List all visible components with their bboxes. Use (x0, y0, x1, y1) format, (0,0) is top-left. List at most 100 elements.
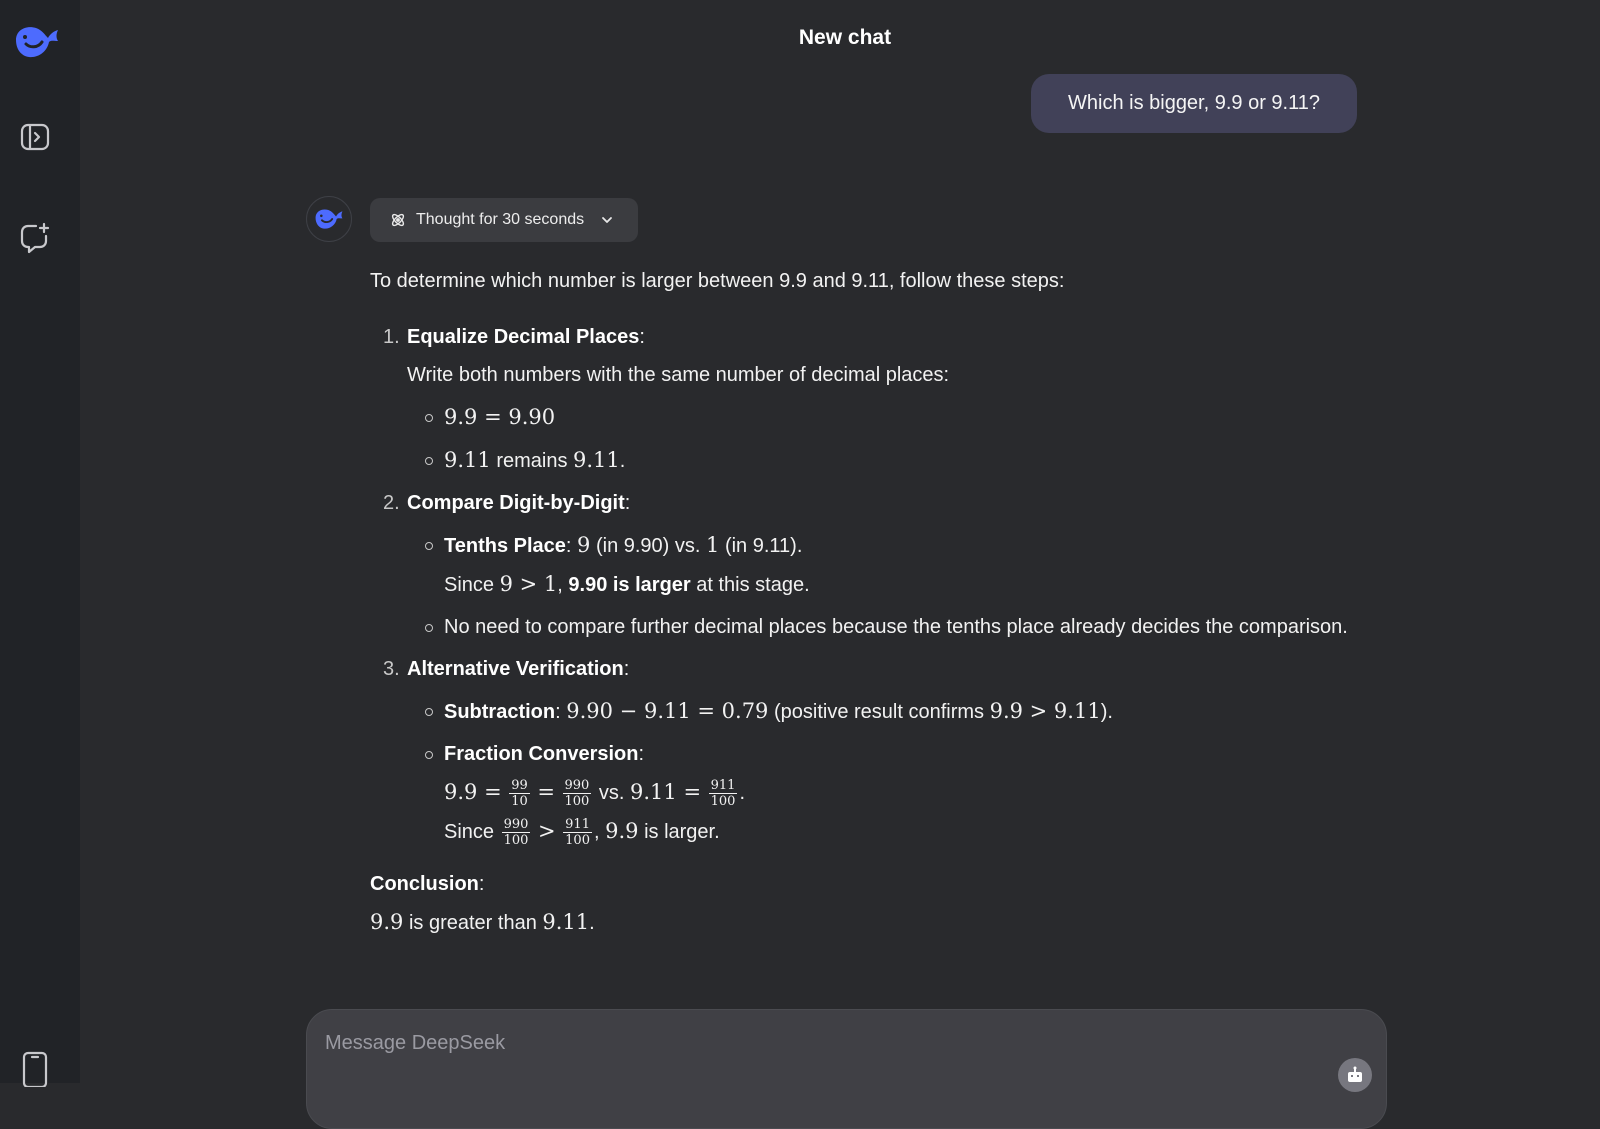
text: vs. (593, 782, 631, 804)
colon: : (478, 873, 485, 895)
text: (in 9.11). (719, 535, 803, 557)
step-title: Compare Digit-by-Digit (407, 492, 625, 514)
math-expression: 9 (577, 533, 591, 557)
step-title: Equalize Decimal Places (407, 326, 640, 348)
colon: : (624, 492, 631, 514)
colon: : (623, 658, 630, 680)
fraction-numerator: 99 (509, 778, 530, 795)
answer-intro: To determine which number is larger betw… (370, 270, 1065, 292)
sub-list: 9.9 = 9.90 9.11 remains 9.11. (407, 398, 1350, 480)
fraction-line-2: Since 990 100 > 911 100, 9.9 is larger. (444, 812, 1350, 851)
mobile-phone-icon[interactable] (18, 1049, 52, 1089)
math-expression: 9.11 (542, 910, 590, 934)
list-item: Fraction Conversion: 9.9 = 99 10 = 990 100… (407, 735, 1350, 851)
math-expression: 9.9 = 9.90 (444, 405, 556, 429)
message-input[interactable] (325, 1028, 1225, 1058)
math-expression: 9.9 (605, 819, 639, 843)
message-composer (306, 1009, 1387, 1129)
conclusion: Conclusion: 9.9 is greater than 9.11. (370, 865, 1350, 942)
step-number: 3. (383, 658, 400, 680)
step-number: 1. (383, 326, 400, 348)
item-label: Tenths Place (444, 535, 566, 557)
conclusion-label: Conclusion (370, 873, 479, 895)
fraction-numerator: 911 (708, 778, 738, 795)
fraction-denominator: 100 (565, 833, 590, 849)
steps-list: 1. Equalize Decimal Places: Write both n… (370, 318, 1350, 851)
fraction: 911 100 (563, 817, 592, 848)
fraction-numerator: 911 (563, 817, 592, 834)
math-expression: 9.11 = (630, 780, 702, 804)
fraction-denominator: 100 (710, 794, 736, 810)
text: , (557, 574, 569, 596)
fraction-numerator: 990 (501, 817, 531, 834)
fraction: 990 100 (562, 778, 592, 810)
sidebar-toggle-icon[interactable] (16, 118, 54, 156)
math-expression: 9.11 (444, 448, 491, 472)
deepseek-whale-icon (315, 209, 343, 229)
text: ). (1100, 701, 1113, 723)
math-expression: 9.9 (370, 910, 404, 934)
text: (in 9.90) vs. (590, 535, 707, 557)
text: is larger. (638, 821, 720, 843)
step-item: 2. Compare Digit-by-Digit: Tenths Place:… (370, 484, 1350, 646)
fraction-denominator: 10 (511, 794, 528, 810)
text: , (593, 821, 606, 843)
text: . (619, 450, 626, 472)
math-expression: = (537, 780, 555, 804)
conclusion-text: 9.9 is greater than 9.11. (370, 903, 1350, 942)
deepseek-logo-icon[interactable] (10, 18, 64, 66)
list-item: 9.11 remains 9.11. (407, 441, 1350, 480)
math-expression: 9.9 = (444, 780, 502, 804)
fraction-denominator: 100 (503, 833, 529, 849)
text: is greater than (403, 912, 543, 934)
chevron-down-icon (602, 217, 613, 223)
text: Since (444, 574, 500, 596)
thought-label: Thought for 30 seconds (416, 211, 585, 228)
text: No need to compare further decimal place… (444, 616, 1348, 638)
item-label: Subtraction (444, 701, 556, 723)
assistant-message: To determine which number is larger betw… (370, 262, 1350, 942)
sub-list: Subtraction: 9.90 − 9.11 = 0.79 (positiv… (407, 692, 1350, 851)
sub-list: Tenths Place: 9 (in 9.90) vs. 1 (in 9.11… (407, 526, 1350, 646)
sidebar (0, 0, 80, 1087)
text: Since (444, 821, 500, 843)
item-label: Fraction Conversion (444, 743, 639, 765)
step-description: Write both numbers with the same number … (407, 364, 950, 386)
atom-icon (391, 213, 405, 227)
math-expression: 9.11 (573, 448, 620, 472)
list-item: 9.9 = 9.90 (407, 398, 1350, 437)
step-item: 3. Alternative Verification: Subtraction… (370, 650, 1350, 851)
text: (positive result confirms (768, 701, 990, 723)
fraction: 99 10 (509, 778, 530, 809)
colon: : (565, 535, 572, 557)
text: . (589, 912, 595, 934)
math-expression: 9.9 > 9.11 (989, 699, 1101, 723)
robot-icon (1348, 1066, 1362, 1082)
user-message-bubble: Which is bigger, 9.9 or 9.11? (1031, 74, 1357, 133)
thought-toggle-button[interactable]: Thought for 30 seconds (370, 198, 638, 242)
colon: : (639, 326, 645, 348)
page-title: New chat (798, 26, 892, 49)
text: remains (490, 450, 574, 472)
colon: : (638, 743, 645, 765)
math-expression: 1 (706, 533, 720, 557)
fraction-denominator: 100 (564, 794, 590, 810)
assistant-avatar (306, 196, 352, 242)
fraction: 990 100 (501, 817, 531, 849)
bold-text: 9.90 is larger (568, 574, 691, 596)
list-item: Tenths Place: 9 (in 9.90) vs. 1 (in 9.11… (407, 526, 1350, 604)
colon: : (555, 701, 567, 723)
fraction-numerator: 990 (562, 778, 592, 795)
math-expression: 9 > 1 (499, 572, 558, 596)
fraction-line-1: 9.9 = 99 10 = 990 100 vs. 9.11 = 911 100. (444, 773, 1350, 812)
list-item: Subtraction: 9.90 − 9.11 = 0.79 (positiv… (407, 692, 1350, 731)
send-button[interactable] (1338, 1058, 1372, 1092)
step-number: 2. (383, 492, 400, 514)
fraction: 911 100 (708, 778, 738, 810)
math-expression: > (537, 819, 556, 843)
text: . (739, 782, 745, 804)
list-item: No need to compare further decimal place… (407, 608, 1350, 646)
step-item: 1. Equalize Decimal Places: Write both n… (370, 318, 1350, 480)
new-chat-icon[interactable] (16, 219, 54, 257)
math-expression: 9.90 − 9.11 = 0.79 (566, 699, 769, 723)
